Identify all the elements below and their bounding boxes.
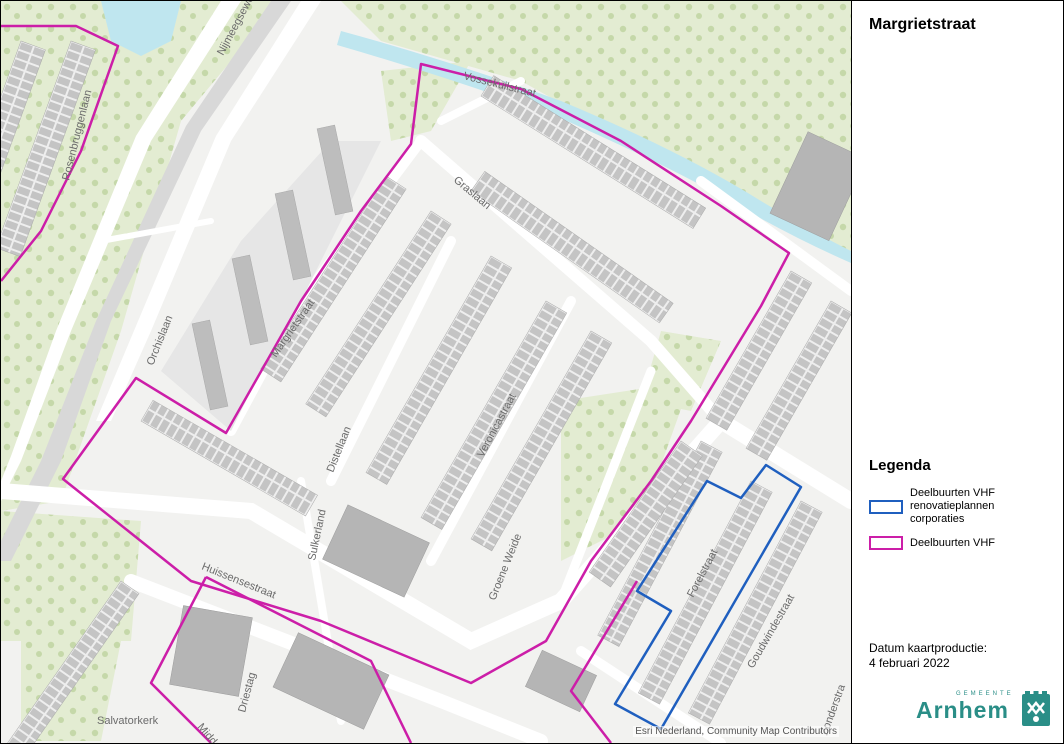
legend-title: Legenda (869, 457, 931, 474)
legend-label: Deelbuurten VHF (910, 536, 995, 549)
logo-main-text: Arnhem (916, 697, 1009, 723)
production-info: Datum kaartproductie: 4 februari 2022 (869, 641, 987, 671)
arnhem-logo: GEMEENTE Arnhem (916, 691, 1056, 731)
legend-swatch-blue (869, 499, 903, 514)
legend-swatch-magenta (869, 536, 903, 550)
legend-panel: Margrietstraat Legenda Deelbuurten VHF r… (852, 1, 1062, 743)
map-canvas[interactable]: Nijmeegseweg Vossekuilstraat Graslaan Or… (1, 1, 851, 743)
street-label: Middeln (195, 721, 229, 743)
street-label: Salvatorkerk (97, 715, 159, 727)
crest-icon (1022, 691, 1050, 726)
production-date: 4 februari 2022 (869, 656, 950, 670)
legend-item-vhf: Deelbuurten VHF (869, 536, 1020, 550)
legend-item-renovation: Deelbuurten VHF renovatieplannen corpora… (869, 487, 1020, 526)
production-label: Datum kaartproductie: (869, 641, 988, 655)
map-svg[interactable]: Nijmeegseweg Vossekuilstraat Graslaan Or… (1, 1, 851, 743)
map-attribution: Esri Nederland, Community Map Contributo… (633, 726, 839, 737)
site-area (161, 141, 381, 431)
legend-label: Deelbuurten VHF renovatieplannen corpora… (910, 487, 995, 525)
map-title: Margrietstraat (869, 16, 976, 33)
